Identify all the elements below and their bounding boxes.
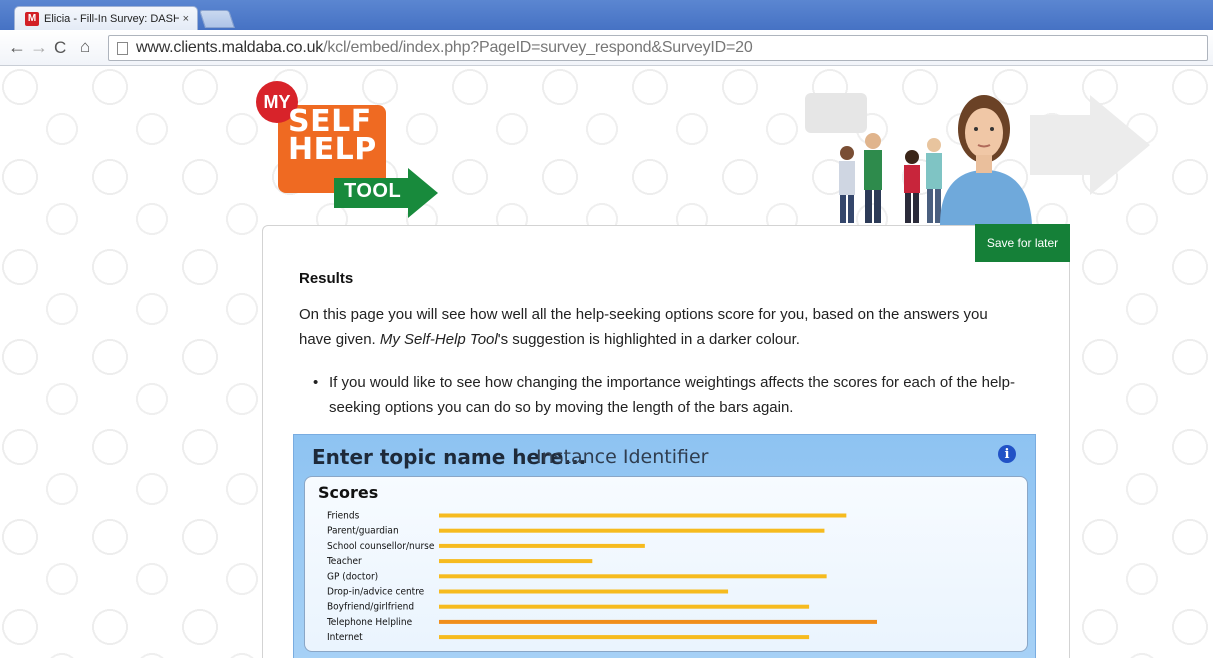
group-of-teens: [839, 133, 942, 223]
page-icon: [117, 41, 128, 55]
new-tab-button[interactable]: [199, 10, 235, 28]
results-intro: On this page you will see how well all t…: [299, 302, 1019, 352]
widget-instance-identifier: Instance Identifier: [536, 446, 709, 468]
scores-panel: Scores Friends Parent/guardian School coun…: [304, 476, 1028, 652]
score-bar[interactable]: [439, 559, 593, 564]
scores-bar-chart: Friends Parent/guardian School counsellor/…: [326, 511, 877, 643]
site-favicon-icon: M: [25, 11, 39, 26]
results-card: Save for later Results On this page you …: [262, 224, 1070, 658]
score-bar[interactable]: [439, 635, 810, 640]
home-icon[interactable]: ⌂: [80, 37, 90, 57]
score-bar[interactable]: [439, 513, 847, 518]
girl-portrait: [940, 95, 1032, 225]
bar-label: Teacher: [326, 556, 362, 567]
score-bar[interactable]: [439, 589, 729, 594]
bar-label: Drop-in/advice centre: [327, 587, 425, 598]
forward-arrow-icon[interactable]: →: [30, 37, 48, 58]
intro-text-2: 's suggestion is highlighted in a darker…: [497, 331, 800, 348]
url-text: www.clients.maldaba.co.uk/kcl/embed/inde…: [136, 39, 753, 57]
my-self-help-tool-logo: MY SELF HELP TOOL: [256, 81, 441, 218]
bar-label: School counsellor/nurse: [327, 541, 435, 552]
bar-label: Telephone Helpline: [326, 617, 413, 628]
score-bar[interactable]: [439, 604, 810, 609]
logo-tool-text: TOOL: [344, 180, 402, 202]
instruction-item: If you would like to see how changing th…: [313, 370, 1053, 420]
logo-arrow-icon: [408, 168, 438, 218]
score-bar[interactable]: [439, 574, 827, 579]
score-bar[interactable]: [439, 543, 645, 548]
bar-label: Parent/guardian: [327, 526, 399, 537]
browser-tab-strip: M Elicia - Fill-In Survey: DASH_ ×: [0, 0, 1213, 30]
instructions-list: If you would like to see how changing th…: [313, 370, 1053, 420]
speech-bubble-shape: [805, 93, 867, 133]
url-host: www.clients.maldaba.co.uk: [136, 39, 324, 56]
bar-label: Friends: [327, 511, 360, 522]
bar-label: Boyfriend/girlfriend: [327, 602, 414, 613]
intro-tool-name: My Self-Help Tool: [379, 331, 498, 348]
score-bar[interactable]: [439, 619, 877, 624]
hero-people-illustration: [790, 85, 1170, 225]
results-heading: Results: [299, 270, 354, 287]
info-icon[interactable]: i: [998, 445, 1016, 463]
scores-widget: Enter topic name here... Instance Identi…: [293, 434, 1036, 658]
logo-help-text: HELP: [288, 132, 377, 167]
tab-title: Elicia - Fill-In Survey: DASH_: [44, 12, 179, 25]
bar-label: Internet: [327, 632, 363, 643]
save-for-later-button[interactable]: Save for later: [975, 224, 1070, 262]
arrow-shape: [1030, 95, 1150, 195]
browser-tab[interactable]: M Elicia - Fill-In Survey: DASH_ ×: [14, 6, 198, 30]
page-background: MY SELF HELP TOOL Save for later Results…: [0, 67, 1213, 658]
address-bar[interactable]: www.clients.maldaba.co.uk/kcl/embed/inde…: [108, 35, 1208, 61]
score-bar[interactable]: [439, 528, 825, 533]
back-arrow-icon[interactable]: ←: [8, 37, 26, 58]
bar-label: GP (doctor): [327, 571, 378, 582]
reload-icon[interactable]: C: [54, 38, 66, 58]
url-path: /kcl/embed/index.php?PageID=survey_respo…: [323, 39, 753, 56]
browser-toolbar: ← → C ⌂ www.clients.maldaba.co.uk/kcl/em…: [0, 30, 1213, 66]
scores-title: Scores: [318, 483, 379, 502]
tab-close-icon[interactable]: ×: [183, 13, 189, 25]
